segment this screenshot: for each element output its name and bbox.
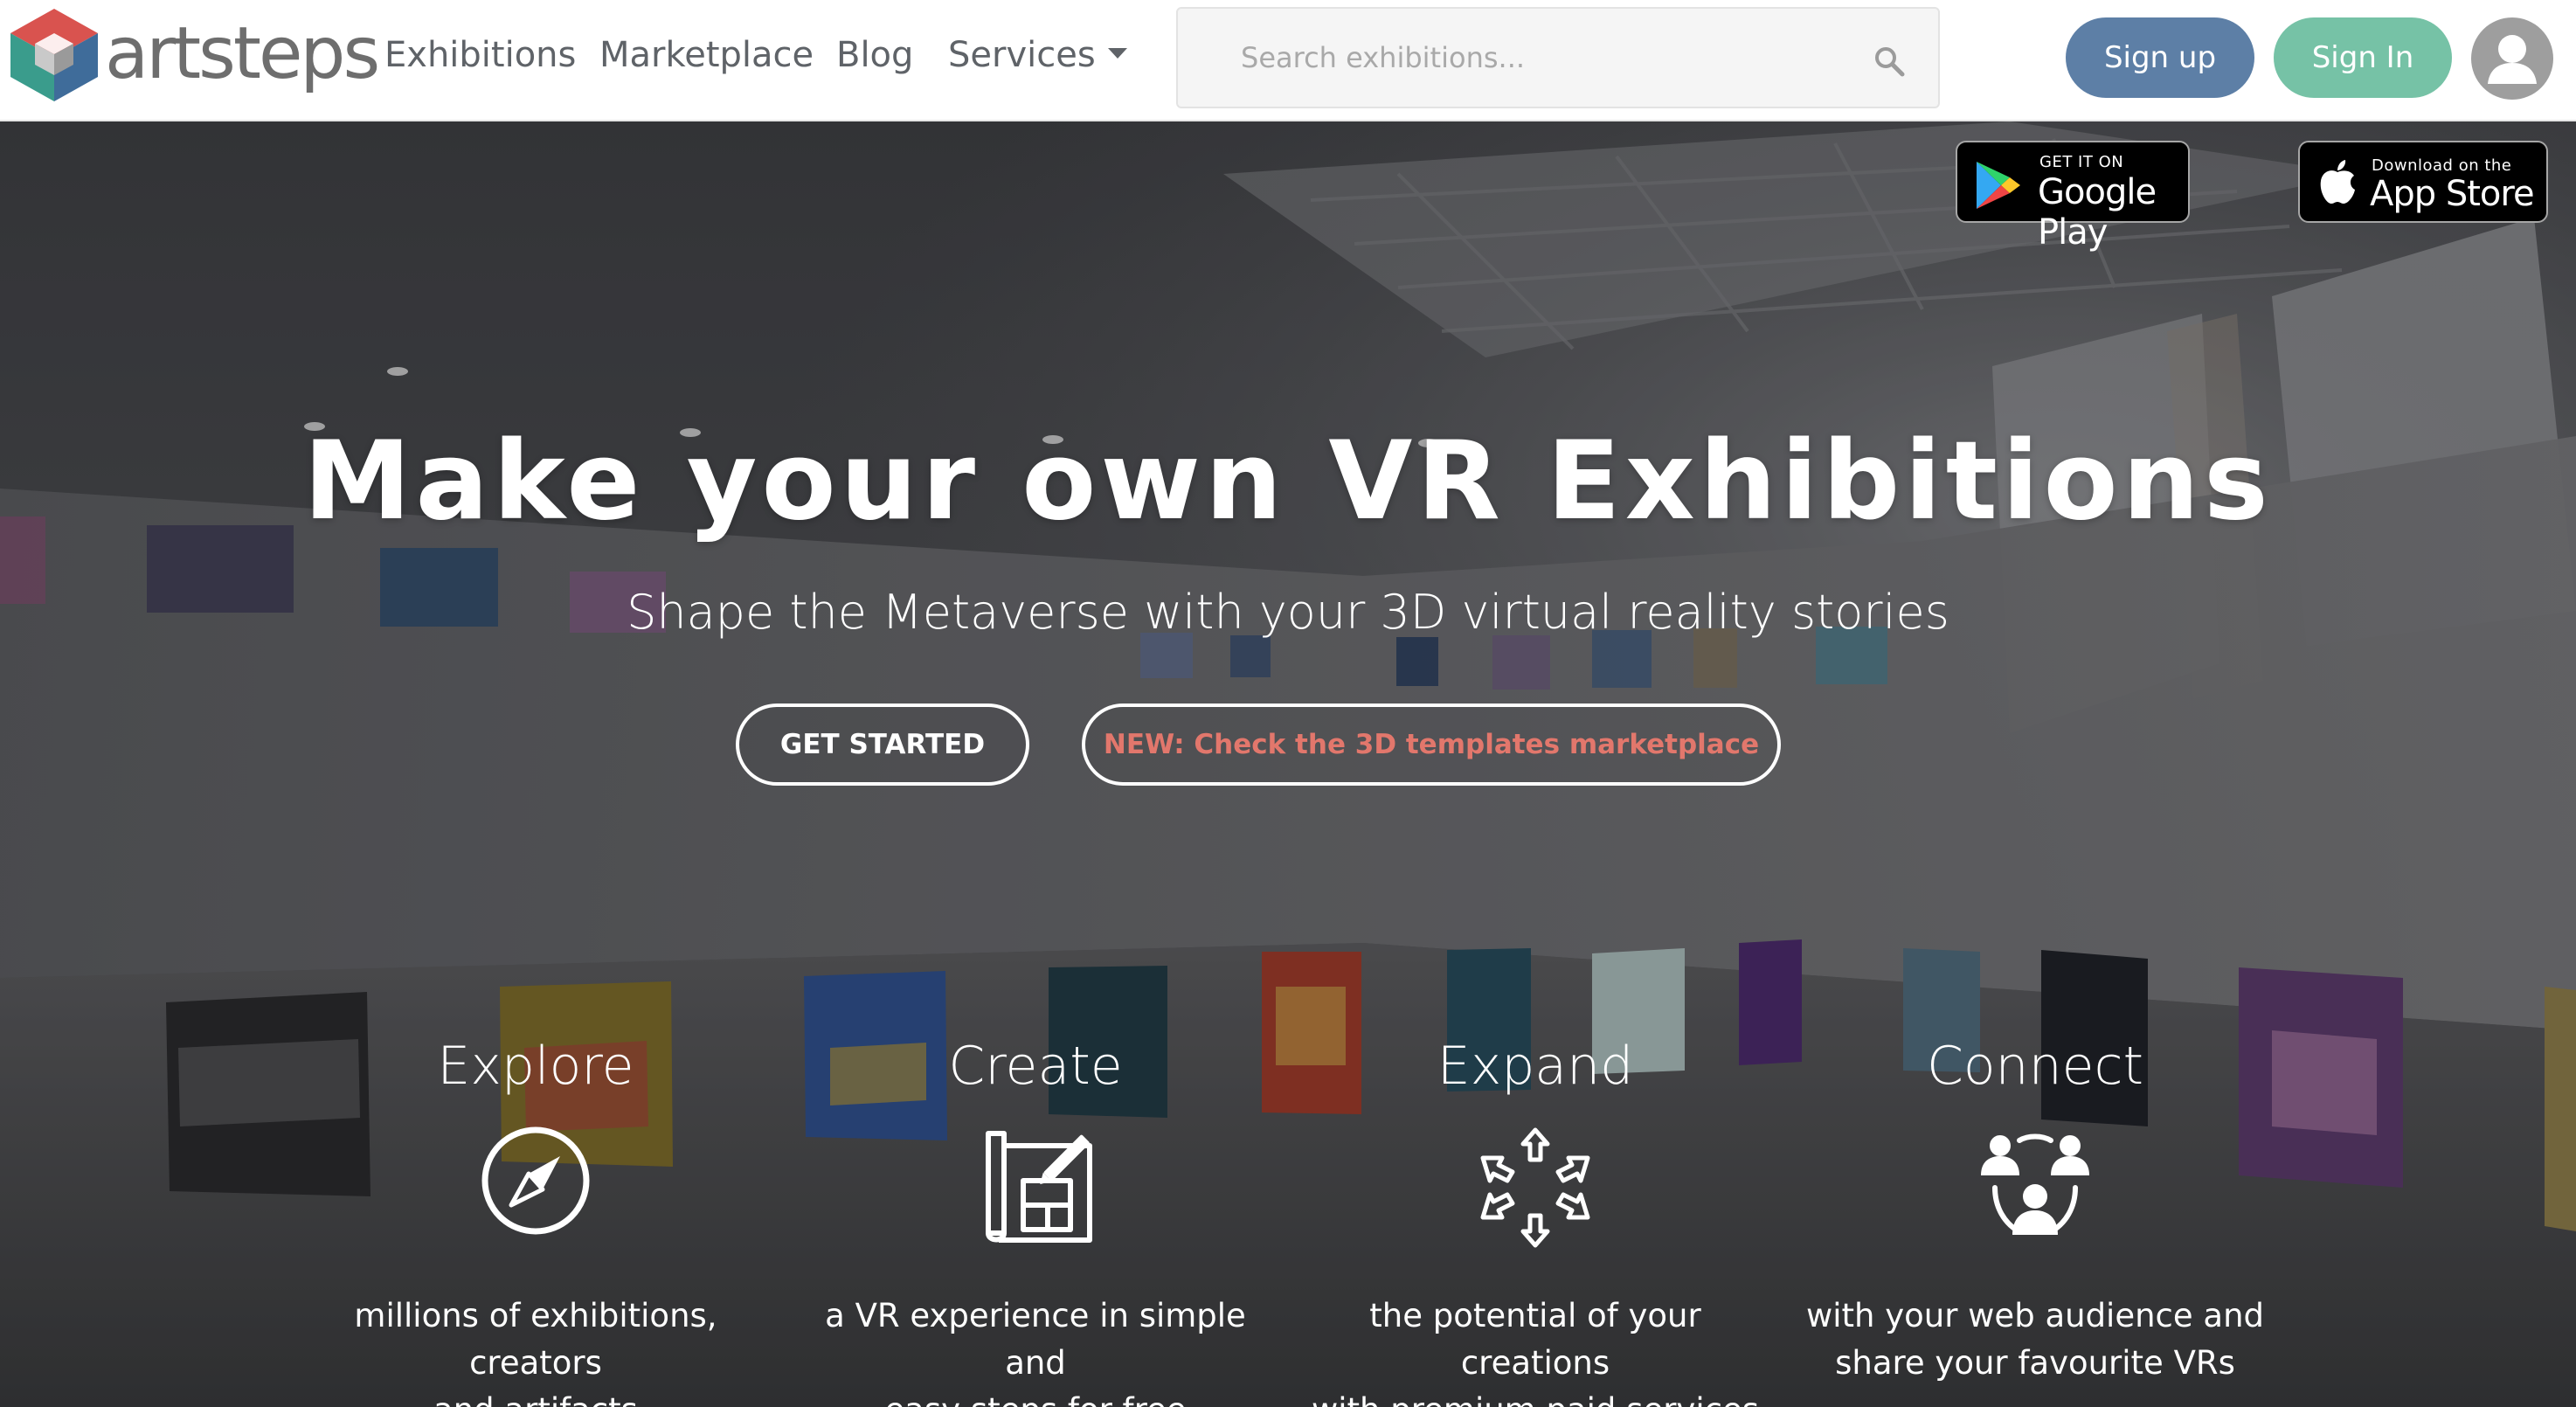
feature-description: the potential of your creations with pre…: [1291, 1293, 1780, 1407]
feature-description: with your web audience and share your fa…: [1790, 1293, 2280, 1387]
feature-title: Create: [948, 1036, 1123, 1097]
feature-desc-line-2: easy steps for free: [791, 1387, 1280, 1407]
feature-title: Expand: [1437, 1036, 1634, 1097]
feature-explore: Explore millions of exhibitions, creator…: [291, 1036, 780, 1407]
sign-up-button[interactable]: Sign up: [2066, 17, 2254, 98]
artsteps-logo-icon[interactable]: [7, 7, 101, 103]
feature-desc-line-1: a VR experience in simple and: [825, 1297, 1246, 1382]
apple-icon: [2320, 160, 2355, 204]
hero-title: Make your own VR Exhibitions: [303, 419, 2273, 544]
feature-title: Explore: [437, 1036, 634, 1097]
google-play-badge[interactable]: GET IT ON Google Play: [1956, 141, 2190, 253]
feature-desc-line-2: with premium paid services: [1291, 1387, 1780, 1407]
nav-blog[interactable]: Blog: [836, 35, 913, 75]
app-store-badge[interactable]: Download on the App Store: [2298, 141, 2548, 223]
top-navbar: artsteps Exhibitions Marketplace Blog Se…: [0, 0, 2576, 121]
nav-marketplace[interactable]: Marketplace: [599, 35, 814, 75]
nav-services[interactable]: Services: [948, 35, 1127, 75]
blueprint-icon: [986, 1131, 1092, 1243]
feature-desc-line-1: millions of exhibitions, creators: [354, 1297, 717, 1382]
feature-description: millions of exhibitions, creators and ar…: [291, 1293, 780, 1407]
nav-services-label: Services: [948, 35, 1096, 75]
feature-create: Create a VR experience in simple and eas…: [791, 1036, 1280, 1407]
google-play-big-text: Google Play: [2038, 172, 2157, 253]
app-store-small-text: Download on the: [2372, 156, 2512, 175]
brand-name[interactable]: artsteps: [105, 12, 380, 95]
feature-desc-line-1: the potential of your creations: [1369, 1297, 1701, 1382]
user-avatar[interactable]: [2471, 17, 2553, 100]
hero-subtitle: Shape the Metaverse with your 3D virtual…: [627, 585, 1949, 640]
chevron-down-icon: [1107, 48, 1127, 59]
hero-section: GET IT ON Google Play Download on the Ap…: [0, 121, 2576, 1407]
search-icon[interactable]: [1872, 44, 1907, 79]
feature-expand: Expand the potential of your creations w…: [1291, 1036, 1780, 1407]
feature-title: Connect: [1926, 1036, 2144, 1097]
feature-desc-line-1: with your web audience and: [1805, 1297, 2265, 1334]
google-play-small-text: GET IT ON: [2039, 153, 2124, 171]
templates-marketplace-button[interactable]: NEW: Check the 3D templates marketplace: [1082, 704, 1781, 786]
nav-exhibitions[interactable]: Exhibitions: [384, 35, 576, 75]
app-store-big-text: App Store: [2370, 174, 2535, 214]
feature-connect: Connect with your web audience and share…: [1790, 1036, 2280, 1387]
feature-description: a VR experience in simple and easy steps…: [791, 1293, 1280, 1407]
compass-icon: [481, 1126, 590, 1235]
get-started-button[interactable]: GET STARTED: [736, 704, 1029, 786]
expand-arrows-icon: [1480, 1127, 1590, 1248]
user-icon: [2488, 35, 2537, 84]
google-play-icon: [1977, 162, 2020, 209]
search-box: [1176, 7, 1940, 108]
sign-in-button[interactable]: Sign In: [2274, 17, 2452, 98]
feature-desc-line-2: share your favourite VRs: [1835, 1344, 2235, 1382]
feature-desc-line-2: and artifacts: [291, 1387, 780, 1407]
people-connect-icon: [1981, 1133, 2089, 1235]
search-input[interactable]: [1178, 9, 1938, 107]
